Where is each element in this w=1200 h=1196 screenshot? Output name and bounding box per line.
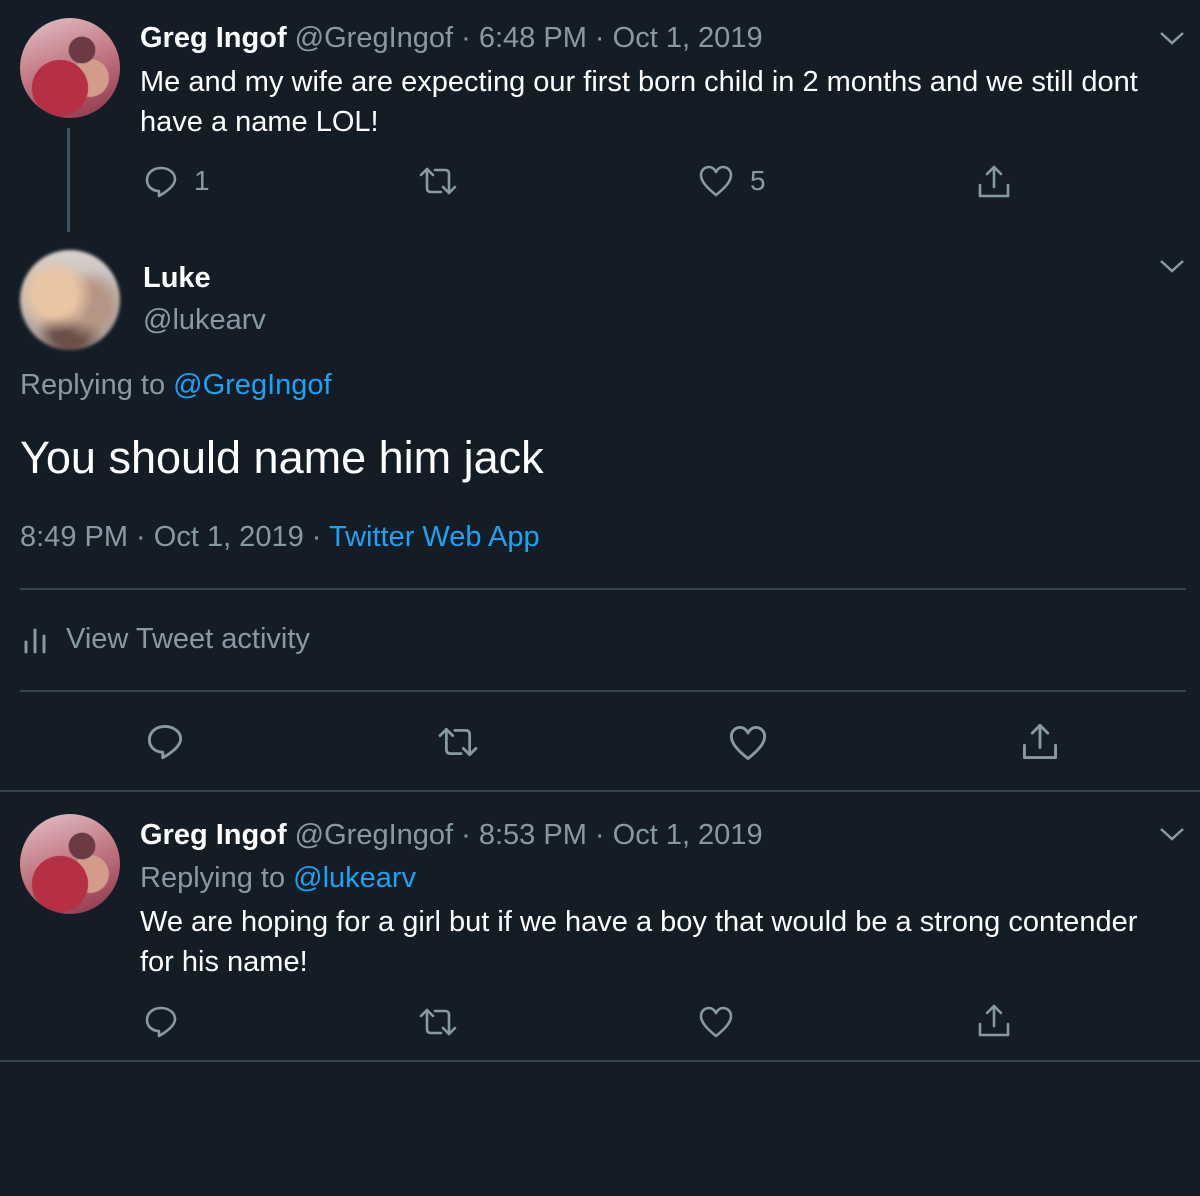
share-icon (978, 1004, 1010, 1037)
tweet-source-link[interactable]: Twitter Web App (329, 521, 540, 553)
like-count: 5 (750, 165, 766, 196)
tweet-meta: 8:49 PM · Oct 1, 2019 · Twitter Web App (20, 519, 540, 555)
chevron-down-icon[interactable] (1158, 28, 1186, 48)
divider (20, 690, 1186, 692)
view-tweet-activity-label: View Tweet activity (66, 622, 310, 655)
reply-button[interactable] (146, 722, 184, 760)
tweet-time[interactable]: · 8:53 PM · Oct 1, 2019 (461, 819, 762, 851)
chevron-down-icon[interactable] (1158, 824, 1186, 844)
tweet-header: Greg Ingof @GregIngof · 6:48 PM · Oct 1,… (140, 20, 763, 56)
like-button[interactable] (698, 1005, 734, 1039)
avatar[interactable] (20, 18, 120, 118)
author-handle[interactable]: @lukearv (143, 304, 266, 337)
replying-to-handle-link[interactable]: @lukearv (293, 862, 416, 894)
like-icon (699, 165, 733, 197)
tweet-header: Greg Ingof @GregIngof · 8:53 PM · Oct 1,… (140, 817, 763, 853)
share-button[interactable] (976, 1003, 1012, 1039)
main-tweet-text: You should name him jack (20, 432, 544, 483)
tweet-timestamp[interactable]: 8:49 PM · Oct 1, 2019 · (20, 521, 321, 553)
retweet-button[interactable] (436, 724, 480, 760)
reply-icon (145, 1006, 177, 1038)
share-button[interactable] (976, 164, 1012, 200)
divider (0, 790, 1200, 792)
tweet-time[interactable]: · 6:48 PM · Oct 1, 2019 (461, 22, 762, 54)
like-icon (699, 1006, 733, 1038)
view-tweet-activity-button[interactable]: View Tweet activity (22, 622, 310, 656)
retweet-icon (438, 727, 478, 757)
tweet-text: We are hoping for a girl but if we have … (140, 906, 1138, 978)
retweet-button[interactable] (418, 164, 458, 198)
reply-icon (147, 725, 183, 760)
avatar[interactable] (20, 814, 120, 914)
divider (0, 1060, 1200, 1062)
retweet-button[interactable] (418, 1005, 458, 1039)
share-icon (1022, 723, 1057, 759)
analytics-icon (24, 628, 46, 654)
author-name[interactable]: Luke (143, 262, 211, 295)
thread-connector-line (67, 128, 70, 232)
author-handle[interactable]: @GregIngof (295, 819, 453, 851)
author-name[interactable]: Greg Ingof (140, 819, 287, 851)
replying-to-label: Replying to (140, 862, 286, 894)
like-button[interactable]: 5 (698, 164, 766, 198)
reply-count: 1 (194, 165, 210, 196)
replying-to-handle-link[interactable]: @GregIngof (173, 369, 331, 401)
retweet-icon (419, 1008, 457, 1036)
replying-to: Replying to @lukearv (140, 860, 416, 896)
reply-icon (145, 166, 177, 198)
author-name[interactable]: Greg Ingof (140, 22, 287, 54)
reply-button[interactable] (144, 1004, 178, 1038)
retweet-icon (419, 167, 457, 195)
avatar[interactable] (20, 250, 120, 350)
share-icon (978, 165, 1010, 198)
chevron-down-icon[interactable] (1158, 256, 1186, 276)
replying-to: Replying to @GregIngof (20, 367, 332, 403)
reply-button[interactable]: 1 (144, 164, 210, 198)
divider (20, 588, 1186, 590)
like-icon (729, 726, 767, 760)
author-handle[interactable]: @GregIngof (295, 22, 453, 54)
share-button[interactable] (1020, 722, 1060, 762)
like-button[interactable] (728, 724, 768, 762)
tweet-text: Me and my wife are expecting our first b… (140, 66, 1138, 138)
replying-to-label: Replying to (20, 369, 166, 401)
